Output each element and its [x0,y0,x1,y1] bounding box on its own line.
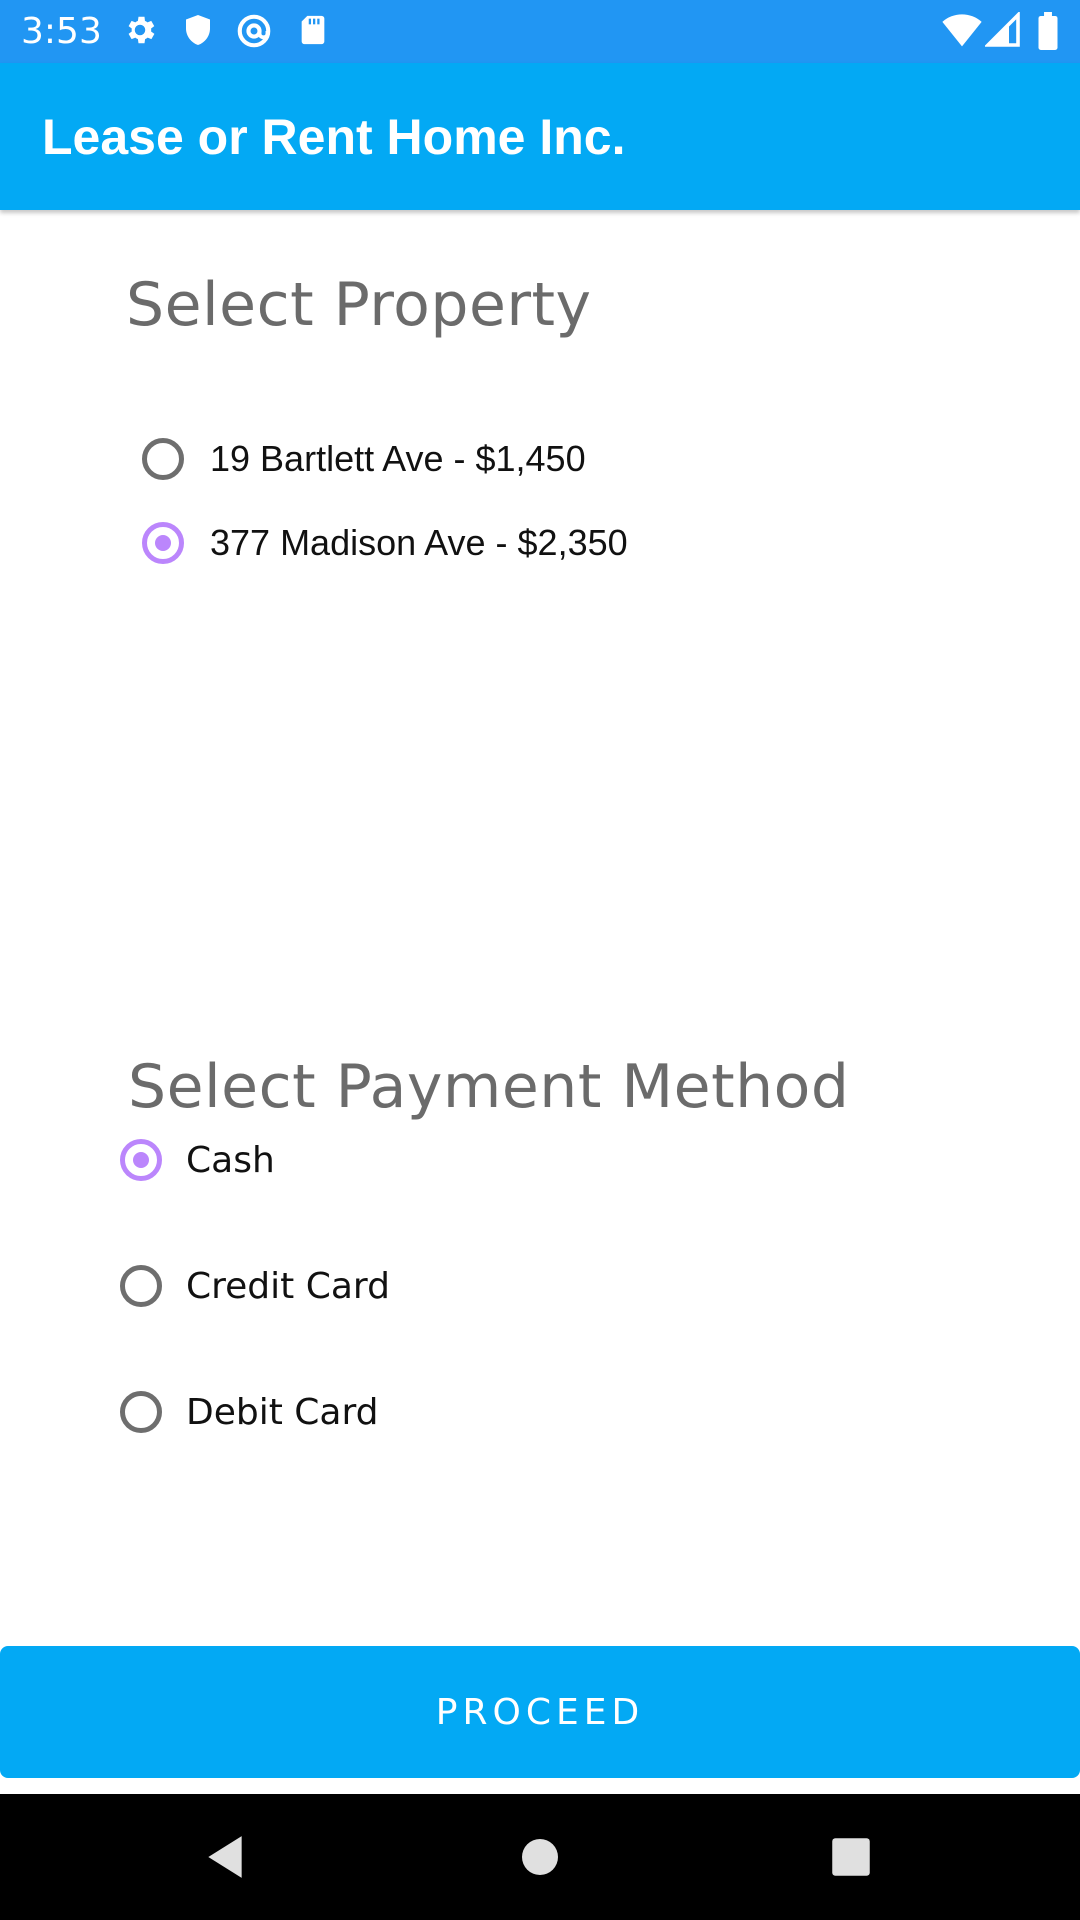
navigation-bar [0,1794,1080,1920]
sd-card-icon [301,15,325,45]
home-icon[interactable] [516,1832,564,1882]
property-option-19-bartlett[interactable]: 19 Bartlett Ave - $1,450 [142,424,586,494]
status-time: 3:53 [21,11,102,52]
payment-option-debit-card[interactable]: Debit Card [120,1377,379,1447]
at-sign-icon [237,14,271,48]
property-option-label: 377 Madison Ave - $2,350 [210,522,628,563]
app-title: Lease or Rent Home Inc. [42,109,626,165]
wifi-icon [942,14,982,47]
payment-option-label: Credit Card [186,1265,390,1307]
property-option-label: 19 Bartlett Ave - $1,450 [210,438,586,479]
signal-icon [985,12,1020,47]
select-payment-method-heading: Select Payment Method [128,1052,850,1122]
payment-option-cash[interactable]: Cash [120,1125,275,1195]
radio-button[interactable] [120,1265,162,1307]
recents-icon[interactable] [826,1832,876,1882]
select-property-heading: Select Property [126,270,592,340]
radio-button[interactable] [142,438,184,480]
gear-icon [128,16,155,44]
proceed-button[interactable]: PROCEED [0,1646,1080,1778]
radio-button-checked[interactable] [142,522,184,564]
battery-icon [1038,12,1058,50]
payment-option-credit-card[interactable]: Credit Card [120,1251,390,1321]
radio-button-checked[interactable] [120,1139,162,1181]
property-option-377-madison[interactable]: 377 Madison Ave - $2,350 [142,508,628,578]
status-bar: 3:53 [0,0,1080,63]
app-bar: Lease or Rent Home Inc. [0,63,1080,210]
payment-option-label: Debit Card [186,1391,379,1433]
payment-option-label: Cash [186,1139,275,1181]
back-icon[interactable] [200,1832,250,1882]
radio-button[interactable] [120,1391,162,1433]
shield-icon [186,15,210,45]
